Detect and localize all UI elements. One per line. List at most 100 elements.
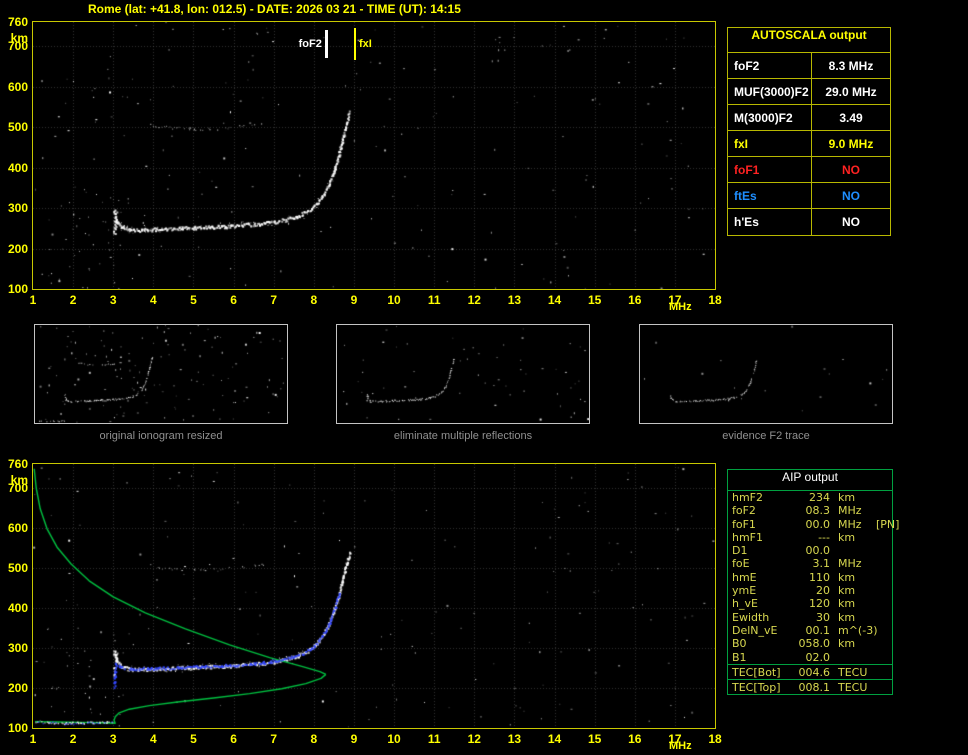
top-y-tick-600: 600 [7,79,28,94]
aip-param-note [876,637,888,650]
autoscala-param-value: 8.3 MHz [828,58,874,73]
aip-param-label: foF1 [732,517,756,531]
autoscala-param-value: NO [842,188,860,203]
top-y-tick-400: 400 [7,160,28,175]
bottom-y-tick-400: 400 [7,601,28,615]
aip-row-hmF1: hmF1 --- km [728,531,892,544]
aip-param-unit [830,651,876,664]
top-x-tick-11: 11 [427,293,441,307]
aip-param-label: h_vE [732,597,758,611]
aip-param-note [876,665,888,680]
fxi-marker-label: fxI [358,38,372,50]
aip-param-label: TEC[Top] [732,680,781,694]
top-y-tick-500: 500 [7,120,28,135]
aip-param-value: 00.0 [805,517,831,531]
top-y-tick-760: 760 [7,15,28,29]
autoscala-window: Rome (lat: +41.8, lon: 012.5) - DATE: 20… [0,0,968,755]
aip-param-label: hmE [732,570,757,584]
aip-param-unit: m^(-3) [838,623,878,637]
autoscala-param-label: foF2 [728,53,812,78]
aip-param-label: TEC[Bot] [732,665,781,679]
aip-param-value: 3.1 [812,557,831,571]
autoscala-row-0: foF2 8.3 MHz [728,53,890,79]
ionogram-plot-bottom [32,463,716,729]
aip-row-foF1: foF1 00.0 MHz [PN] [728,517,899,531]
bottom-y-tick-600: 600 [7,521,28,535]
aip-row-h_vE: h_vE 120 km [728,597,892,610]
aip-param-unit: TECU [838,680,868,694]
top-x-tick-4: 4 [150,293,157,307]
thumbnail-caption-original: original ionogram resized [99,430,223,442]
bottom-y-tick-200: 200 [7,681,28,695]
autoscala-param-value: NO [842,162,860,177]
autoscala-param-label: foF1 [728,157,812,182]
autoscala-param-value: 3.49 [839,110,863,125]
bottom-x-tick-8: 8 [310,732,318,746]
aip-param-label: DelN_vE [732,623,778,637]
aip-param-unit: km [838,610,856,624]
top-x-tick-9: 9 [350,293,358,307]
aip-row-D1: D1 00.0 [728,544,892,557]
aip-param-value: 02.0 [805,650,831,664]
top-x-tick-8: 8 [310,293,318,307]
aip-param-label: foE [732,557,750,571]
aip-param-value: 120 [809,597,830,611]
aip-param-unit: MHz [838,557,862,571]
bottom-x-tick-7: 7 [270,732,278,746]
bottom-y-tick-760: 760 [7,457,28,471]
aip-param-note [876,584,888,597]
aip-param-value: --- [818,530,830,544]
aip-param-label: Ewidth [732,610,770,624]
top-x-tick-7: 7 [270,293,278,307]
aip-row-DelN_vE: DelN_vE 00.1 m^(-3) [728,624,892,637]
aip-param-note [876,651,888,664]
thumbnail-caption-reflections: eliminate multiple reflections [393,430,533,442]
aip-param-value: 004.6 [798,665,831,679]
bottom-x-tick-18: 18 [708,732,722,746]
aip-param-label: D1 [732,544,748,558]
aip-param-value: 00.1 [805,623,831,637]
top-x-tick-3: 3 [109,293,117,307]
aip-param-label: foF2 [732,504,756,518]
aip-row-TEC[Top]: TEC[Top] 008.1 TECU [728,678,892,694]
thumbnail-evidence-f2-trace [639,324,893,424]
aip-param-unit: km [838,530,856,544]
bottom-x-tick-4: 4 [150,732,157,746]
autoscala-param-value: 9.0 MHz [828,136,874,151]
bottom-x-axis-unit: MHz [669,740,692,752]
bottom-x-tick-14: 14 [547,732,562,746]
autoscala-table-rows: foF2 8.3 MHz MUF(3000)F2 29.0 MHz M(3000)F2 3… [728,53,890,235]
autoscala-param-label: ftEs [728,183,812,208]
autoscala-row-2: M(3000)F2 3.49 [728,105,890,131]
thumbnail-canvas-reflections [337,325,589,423]
top-x-tick-1: 1 [29,293,37,307]
aip-param-note [876,531,888,544]
page-title: Rome (lat: +41.8, lon: 012.5) - DATE: 20… [88,2,461,16]
aip-param-unit: km [838,637,856,651]
aip-row-Ewidth: Ewidth 30 km [728,611,892,624]
bottom-x-tick-12: 12 [467,732,481,746]
aip-param-value: 20 [816,584,830,598]
autoscala-param-label: h'Es [728,209,812,235]
aip-param-note [876,611,888,624]
aip-table-title: AIP output [728,470,892,491]
aip-param-unit: km [838,584,856,598]
bottom-x-tick-1: 1 [29,732,37,746]
bottom-x-tick-2: 2 [69,732,77,746]
autoscala-row-1: MUF(3000)F2 29.0 MHz [728,79,890,105]
autoscala-row-6: h'Es NO [728,209,890,235]
autoscala-row-4: foF1 NO [728,157,890,183]
aip-table-rows: hmF2 234 km foF2 08.3 MHz foF1 00.0 MHz [PN] hmF1 -… [728,491,899,664]
top-x-tick-10: 10 [387,293,401,307]
thumbnail-caption-f2: evidence F2 trace [722,430,810,442]
aip-param-note [876,557,888,570]
aip-param-value: 058.0 [798,637,831,651]
autoscala-table-title: AUTOSCALA output [728,28,890,53]
fxi-marker-line [353,28,356,60]
aip-param-label: B1 [732,650,747,664]
bottom-x-tick-13: 13 [507,732,522,746]
fof2-marker-line [324,30,328,58]
top-y-tick-300: 300 [7,201,28,216]
autoscala-table: AUTOSCALA output foF2 8.3 MHz MUF(3000)F2 2… [727,27,891,236]
top-x-tick-14: 14 [547,293,562,307]
